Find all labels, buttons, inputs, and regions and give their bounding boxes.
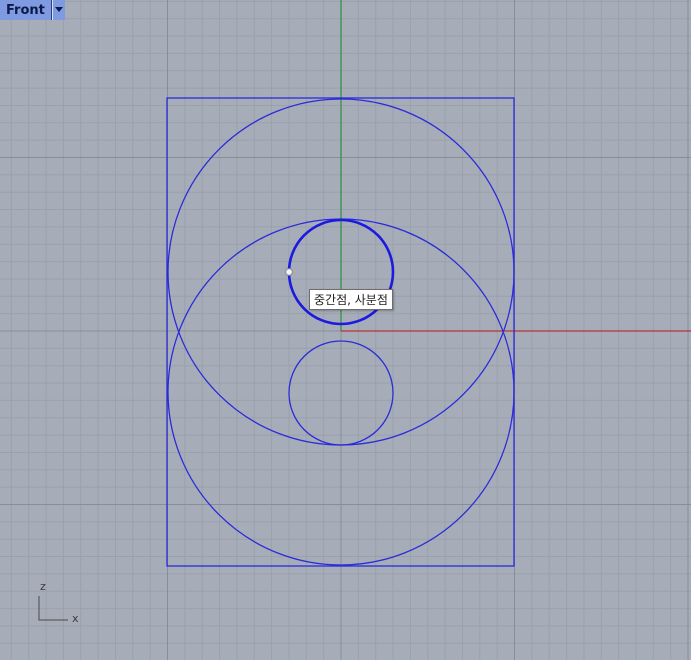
- front-viewport[interactable]: Front 중간점, 사분점 z x: [0, 0, 691, 660]
- snap-tooltip: 중간점, 사분점: [309, 289, 393, 310]
- snap-point-marker: [285, 268, 293, 276]
- axis-label-z: z: [40, 580, 46, 593]
- chevron-down-icon[interactable]: [51, 0, 65, 20]
- construction-plane-grid: [0, 0, 691, 660]
- axis-label-x: x: [72, 612, 79, 625]
- viewport-title-tab[interactable]: Front: [0, 0, 65, 20]
- viewport-title[interactable]: Front: [0, 0, 52, 20]
